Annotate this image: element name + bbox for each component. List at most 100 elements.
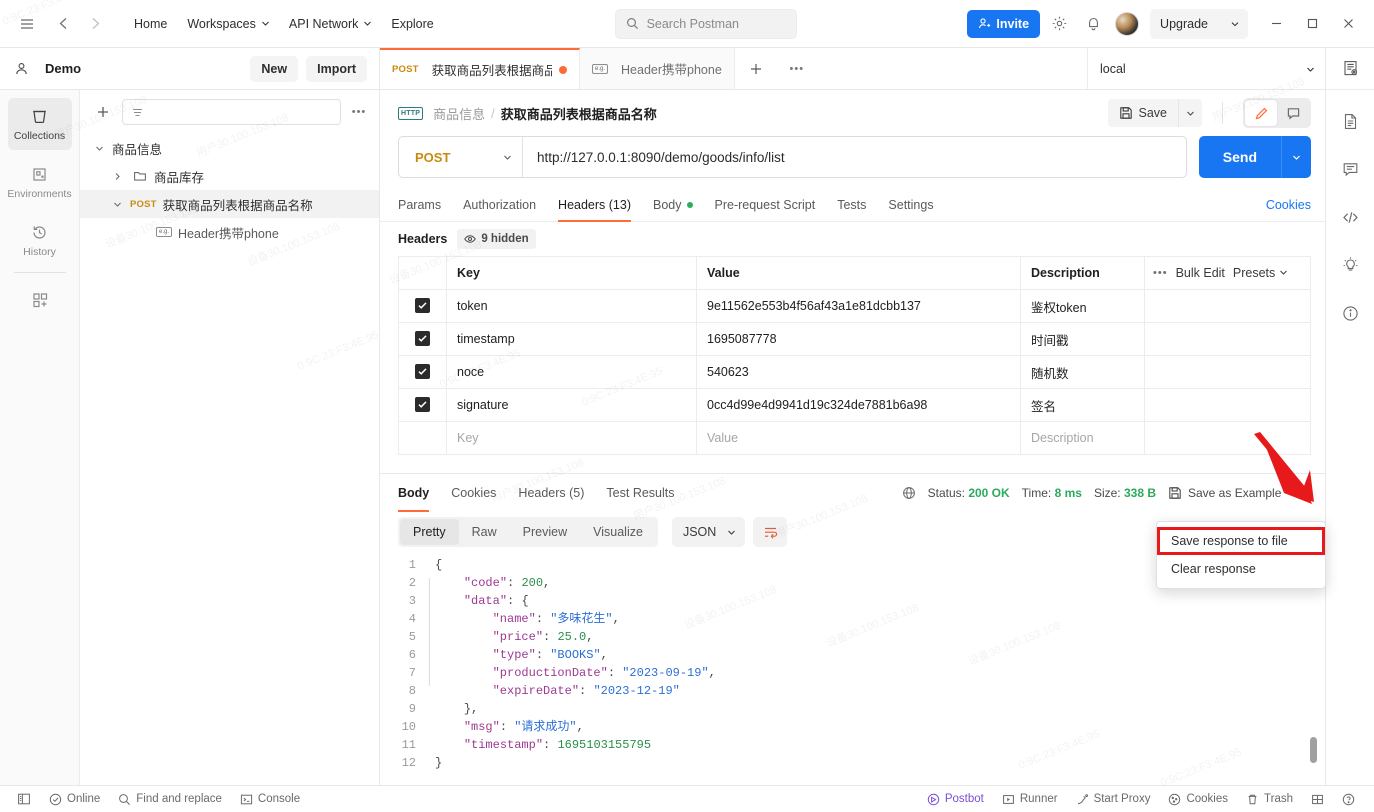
request-tab-active[interactable]: POST 获取商品列表根据商品: — [380, 48, 580, 89]
cookies-link[interactable]: Cookies — [1266, 198, 1311, 221]
url-input[interactable]: http://127.0.0.1:8090/demo/goods/info/li… — [523, 150, 785, 165]
start-proxy-button[interactable]: Start Proxy — [1067, 789, 1160, 810]
presets-button[interactable]: Presets — [1233, 266, 1288, 280]
response-scrollbar-thumb[interactable] — [1310, 737, 1317, 763]
new-item-plus-icon[interactable] — [92, 101, 114, 123]
menu-item-clear-response[interactable]: Clear response — [1157, 555, 1325, 583]
save-button[interactable]: Save — [1107, 99, 1178, 127]
arrow-right-icon[interactable] — [80, 9, 110, 39]
info-icon[interactable] — [1333, 296, 1367, 330]
layout-icon[interactable] — [1302, 789, 1333, 810]
response-tab-body[interactable]: Body — [398, 474, 430, 512]
menu-api-network[interactable]: API Network — [279, 11, 381, 37]
upgrade-button[interactable]: Upgrade — [1150, 8, 1248, 39]
response-tab-headers[interactable]: Headers (5) — [518, 474, 584, 512]
sidebar-item-collections[interactable]: Collections — [7, 98, 72, 150]
row-value[interactable]: 9e11562e553b4f56af43a1e81dcbb137 — [696, 289, 1021, 323]
avatar[interactable] — [1115, 11, 1140, 36]
chevron-down-icon[interactable] — [86, 143, 112, 154]
comments-icon[interactable] — [1333, 152, 1367, 186]
panel-toggle-icon[interactable] — [8, 789, 40, 810]
close-icon[interactable] — [1330, 9, 1366, 39]
tab-authorization[interactable]: Authorization — [463, 198, 536, 221]
row-checkbox-cell[interactable] — [398, 289, 447, 323]
row-checkbox-cell[interactable] — [398, 388, 447, 422]
checkbox-checked-icon[interactable] — [415, 397, 430, 412]
table-row[interactable]: noce 540623 随机数 — [398, 355, 1311, 389]
bell-icon[interactable] — [1078, 9, 1108, 39]
row-key[interactable]: noce — [446, 355, 697, 389]
help-icon[interactable] — [1333, 789, 1364, 810]
trash-button[interactable]: Trash — [1237, 789, 1302, 810]
minimize-icon[interactable] — [1258, 9, 1294, 39]
row-key[interactable]: timestamp — [446, 322, 697, 356]
view-mode-raw[interactable]: Raw — [459, 519, 510, 545]
tree-node-example[interactable]: e.g. Header携带phone — [80, 218, 379, 246]
row-value[interactable]: 1695087778 — [696, 322, 1021, 356]
cookies-button[interactable]: Cookies — [1159, 789, 1237, 810]
response-tab-test-results[interactable]: Test Results — [606, 474, 674, 512]
console-button[interactable]: Console — [231, 789, 309, 810]
tab-tests[interactable]: Tests — [837, 198, 866, 221]
view-mode-pretty[interactable]: Pretty — [400, 519, 459, 545]
menu-home[interactable]: Home — [124, 11, 177, 37]
tree-node-folder[interactable]: 商品库存 — [80, 162, 379, 190]
table-more-options-icon[interactable]: ••• — [1153, 267, 1168, 279]
tree-more-options-icon[interactable]: ••• — [349, 102, 369, 122]
response-more-options-icon[interactable]: ••• — [1293, 486, 1311, 500]
send-options-chevron-icon[interactable] — [1281, 136, 1311, 178]
arrow-left-icon[interactable] — [48, 9, 78, 39]
row-checkbox-cell[interactable] — [398, 355, 447, 389]
wrap-lines-icon[interactable] — [753, 517, 788, 547]
hamburger-icon[interactable] — [12, 9, 42, 39]
runner-button[interactable]: Runner — [993, 789, 1067, 810]
new-value-input[interactable]: Value — [696, 421, 1021, 455]
maximize-icon[interactable] — [1294, 9, 1330, 39]
sidebar-item-environments[interactable]: Environments — [7, 156, 72, 208]
import-button[interactable]: Import — [306, 55, 367, 82]
row-value[interactable]: 0cc4d99e4d9941d19c324de7881b6a98 — [696, 388, 1021, 422]
save-as-example-button[interactable]: Save as Example — [1168, 486, 1281, 500]
documentation-icon[interactable] — [1333, 104, 1367, 138]
edit-pencil-icon[interactable] — [1245, 100, 1277, 126]
view-mode-visualize[interactable]: Visualize — [580, 519, 656, 545]
table-row-empty[interactable]: Key Value Description — [398, 421, 1311, 455]
table-row[interactable]: token 9e11562e553b4f56af43a1e81dcbb137 鉴… — [398, 289, 1311, 323]
row-description[interactable]: 时间戳 — [1020, 322, 1145, 356]
send-button[interactable]: Send — [1198, 136, 1281, 178]
bulk-edit-button[interactable]: Bulk Edit — [1176, 266, 1225, 280]
gear-icon[interactable] — [1044, 9, 1074, 39]
tree-node-collection[interactable]: 商品信息 — [80, 134, 379, 162]
tabs-more-options-icon[interactable]: ••• — [777, 48, 817, 89]
row-value[interactable]: 540623 — [696, 355, 1021, 389]
tree-node-request[interactable]: POST 获取商品列表根据商品名称 — [80, 190, 379, 218]
row-description[interactable]: 鉴权token — [1020, 289, 1145, 323]
apps-grid-plus-icon[interactable] — [8, 283, 72, 317]
view-mode-preview[interactable]: Preview — [510, 519, 580, 545]
tab-headers[interactable]: Headers (13) — [558, 198, 631, 222]
menu-item-save-response-to-file[interactable]: Save response to file — [1157, 527, 1325, 555]
table-row[interactable]: signature 0cc4d99e4d9941d19c324de7881b6a… — [398, 388, 1311, 422]
breadcrumb-parent[interactable]: 商品信息 — [433, 104, 485, 123]
request-tab-example[interactable]: e.g. Header携带phone — [580, 48, 735, 89]
tab-params[interactable]: Params — [398, 198, 441, 221]
menu-workspaces[interactable]: Workspaces — [177, 11, 279, 37]
table-row[interactable]: timestamp 1695087778 时间戳 — [398, 322, 1311, 356]
checkbox-checked-icon[interactable] — [415, 364, 430, 379]
lightbulb-icon[interactable] — [1333, 248, 1367, 282]
search-input[interactable]: Search Postman — [614, 8, 797, 39]
response-tab-cookies[interactable]: Cookies — [451, 474, 496, 512]
row-checkbox-cell[interactable] — [398, 421, 447, 455]
online-status[interactable]: Online — [40, 789, 109, 810]
comments-icon[interactable] — [1277, 100, 1309, 126]
row-description[interactable]: 随机数 — [1020, 355, 1145, 389]
tab-pre-request-script[interactable]: Pre-request Script — [715, 198, 816, 221]
menu-explore[interactable]: Explore — [381, 11, 443, 37]
filter-input[interactable] — [122, 99, 341, 125]
new-button[interactable]: New — [250, 55, 299, 82]
checkbox-checked-icon[interactable] — [415, 298, 430, 313]
hidden-headers-toggle[interactable]: 9 hidden — [457, 229, 536, 249]
new-tab-plus-icon[interactable] — [735, 48, 777, 89]
save-options-chevron-icon[interactable] — [1178, 99, 1202, 127]
invite-button[interactable]: Invite — [967, 9, 1041, 38]
